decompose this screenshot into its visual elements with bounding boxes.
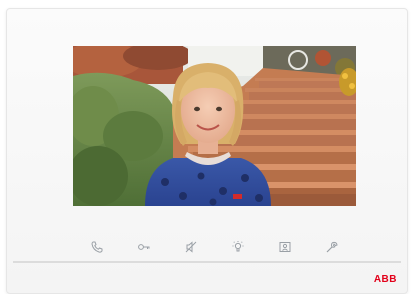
light-button[interactable] (228, 237, 248, 257)
phone-button[interactable] (87, 237, 107, 257)
camera-feed-image (73, 46, 356, 206)
bottom-ledge (13, 261, 401, 263)
surveillance-icon (279, 242, 291, 252)
control-button-row (73, 236, 356, 258)
indoor-station-panel: ABB (6, 8, 408, 294)
brand-logo: ABB (373, 274, 397, 285)
mute-button[interactable] (181, 237, 201, 257)
key-icon (138, 244, 150, 250)
settings-icon (326, 241, 338, 253)
light-icon (232, 241, 244, 252)
phone-icon (91, 241, 103, 253)
door-open-button[interactable] (134, 237, 154, 257)
surveillance-button[interactable] (275, 237, 295, 257)
video-display (73, 46, 356, 206)
mute-icon (185, 241, 197, 253)
settings-button[interactable] (322, 237, 342, 257)
